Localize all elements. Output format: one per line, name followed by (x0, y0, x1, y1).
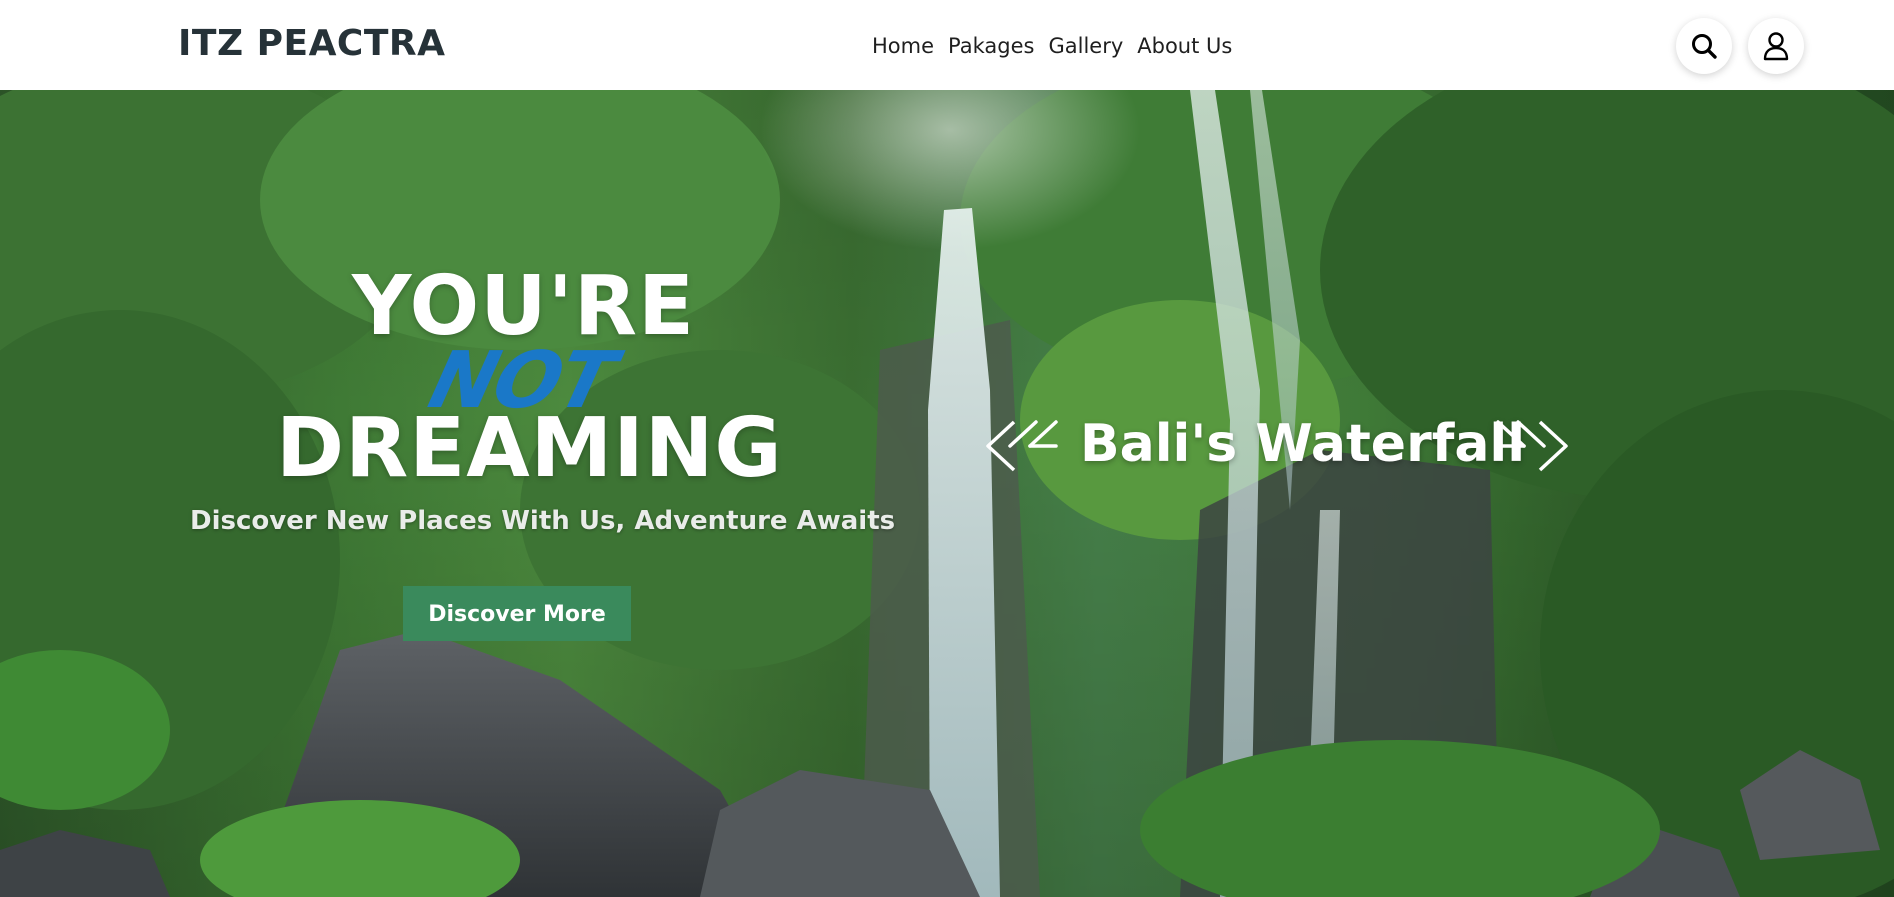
user-icon (1763, 32, 1789, 61)
site-header: ITZ PEACTRA Home Pakages Gallery About U… (0, 0, 1894, 90)
hero-section: YOU'RE NOT DREAMING Discover New Places … (0, 90, 1894, 897)
slider-prev-button[interactable] (984, 416, 1060, 476)
search-icon (1692, 34, 1717, 59)
search-button[interactable] (1676, 18, 1732, 74)
main-nav: Home Pakages Gallery About Us (872, 32, 1246, 60)
nav-gallery[interactable]: Gallery (1048, 32, 1123, 60)
slider-next-button[interactable] (1494, 416, 1570, 476)
nav-packages[interactable]: Pakages (948, 32, 1034, 60)
hero-headline-line3: DREAMING (276, 401, 783, 496)
double-chevron-left-icon (986, 420, 1058, 472)
brand-logo-text[interactable]: ITZ PEACTRA (178, 22, 445, 66)
nav-home[interactable]: Home (872, 32, 934, 60)
hero-subtitle: Discover New Places With Us, Adventure A… (190, 506, 896, 536)
account-button[interactable] (1748, 18, 1804, 74)
double-chevron-right-icon (1496, 420, 1568, 472)
hero-headline-group: YOU'RE NOT DREAMING Discover New Places … (0, 90, 1894, 897)
discover-more-button[interactable]: Discover More (403, 586, 631, 641)
slide-title: Bali's Waterfall (1080, 414, 1526, 474)
nav-about-us[interactable]: About Us (1137, 32, 1232, 60)
